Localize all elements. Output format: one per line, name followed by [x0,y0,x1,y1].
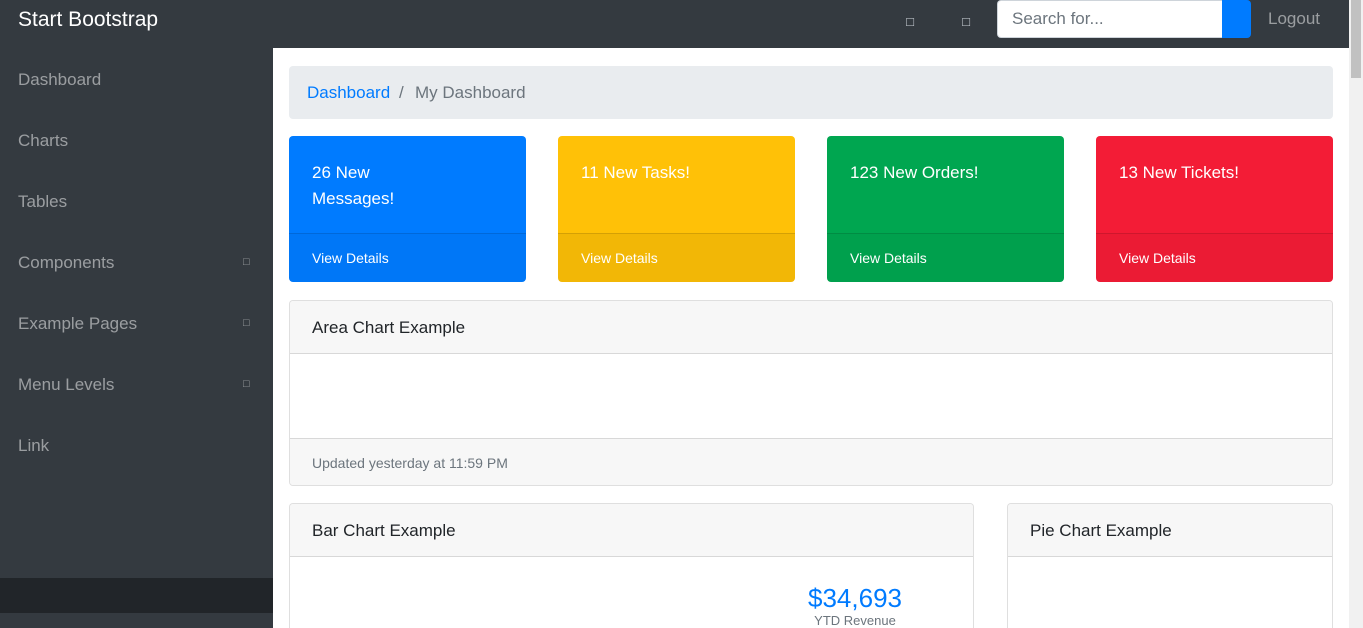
view-details-label: View Details [312,250,389,266]
pie-chart-card: Pie Chart Example [1007,503,1333,628]
sidebar-item-charts[interactable]: Charts [0,121,273,161]
caret-icon: □ [243,256,250,268]
pie-chart-title: Pie Chart Example [1030,521,1172,540]
bar-chart-card: Bar Chart Example $34,693 YTD Revenue [289,503,974,628]
breadcrumb: Dashboard / My Dashboard [289,66,1333,119]
sidebar-item-dashboard[interactable]: Dashboard [0,60,273,100]
sidebar-item-components[interactable]: Components □ [0,243,273,283]
search-button[interactable] [1222,0,1251,38]
sidebar-item-tables[interactable]: Tables [0,182,273,222]
revenue-value: $34,693 [808,583,902,613]
card-header: Pie Chart Example [1008,504,1332,557]
sidebar-item-label: Dashboard [18,70,102,89]
search-input[interactable] [997,0,1223,38]
caret-icon: □ [243,317,250,329]
updated-timestamp: Updated yesterday at 11:59 PM [312,455,508,471]
sidebar-toggler[interactable] [0,578,273,613]
view-details-label: View Details [581,250,658,266]
sidebar: Dashboard Charts Tables Components □ Exa… [0,48,273,628]
stat-card-messages: 26 New Messages! View Details [289,136,526,282]
breadcrumb-link-dashboard[interactable]: Dashboard [307,83,390,103]
view-details-label: View Details [850,250,927,266]
view-details-link[interactable]: View Details [558,233,795,282]
sidebar-item-label: Charts [18,131,69,150]
sidebar-item-example-pages[interactable]: Example Pages □ [0,304,273,344]
sidebar-item-label: Menu Levels [18,375,115,394]
ytd-revenue: $34,693 YTD Revenue [790,583,920,628]
view-details-link[interactable]: View Details [827,233,1064,282]
stat-card-text: 11 New Tasks! [581,163,690,182]
sidebar-item-label: Components [18,253,115,272]
caret-icon: □ [243,378,250,390]
card-footer: Updated yesterday at 11:59 PM [290,438,1332,485]
stat-card-text: 123 New Orders! [850,163,979,182]
sidebar-item-menu-levels[interactable]: Menu Levels □ [0,365,273,405]
sidebar-item-link[interactable]: Link [0,426,273,466]
view-details-link[interactable]: View Details [1096,233,1333,282]
sidebar-item-label: Link [18,436,50,455]
sidebar-item-label: Example Pages [18,314,138,333]
stat-card-text: 13 New Tickets! [1119,163,1239,182]
breadcrumb-separator: / [399,83,404,102]
area-chart-title: Area Chart Example [312,318,466,337]
logout-link[interactable]: Logout [1268,9,1320,29]
card-header: Bar Chart Example [290,504,973,557]
bell-icon[interactable]: □ [902,13,918,29]
stat-card-text: 26 New Messages! [312,163,395,208]
stat-card-tickets: 13 New Tickets! View Details [1096,136,1333,282]
page-scrollbar[interactable] [1349,0,1363,628]
envelope-icon[interactable]: □ [958,13,974,29]
bar-chart-title: Bar Chart Example [312,521,456,540]
brand-logo[interactable]: Start Bootstrap [18,7,158,33]
scrollbar-thumb[interactable] [1351,0,1361,78]
view-details-label: View Details [1119,250,1196,266]
view-details-link[interactable]: View Details [289,233,526,282]
stat-card-tasks: 11 New Tasks! View Details [558,136,795,282]
stat-card-orders: 123 New Orders! View Details [827,136,1064,282]
card-header: Area Chart Example [290,301,1332,354]
area-chart-card: Area Chart Example Updated yesterday at … [289,300,1333,486]
top-navbar: Start Bootstrap □ □ Logout [0,0,1349,48]
revenue-label: YTD Revenue [814,613,896,628]
breadcrumb-active: My Dashboard [415,83,526,102]
sidebar-item-label: Tables [18,192,68,211]
